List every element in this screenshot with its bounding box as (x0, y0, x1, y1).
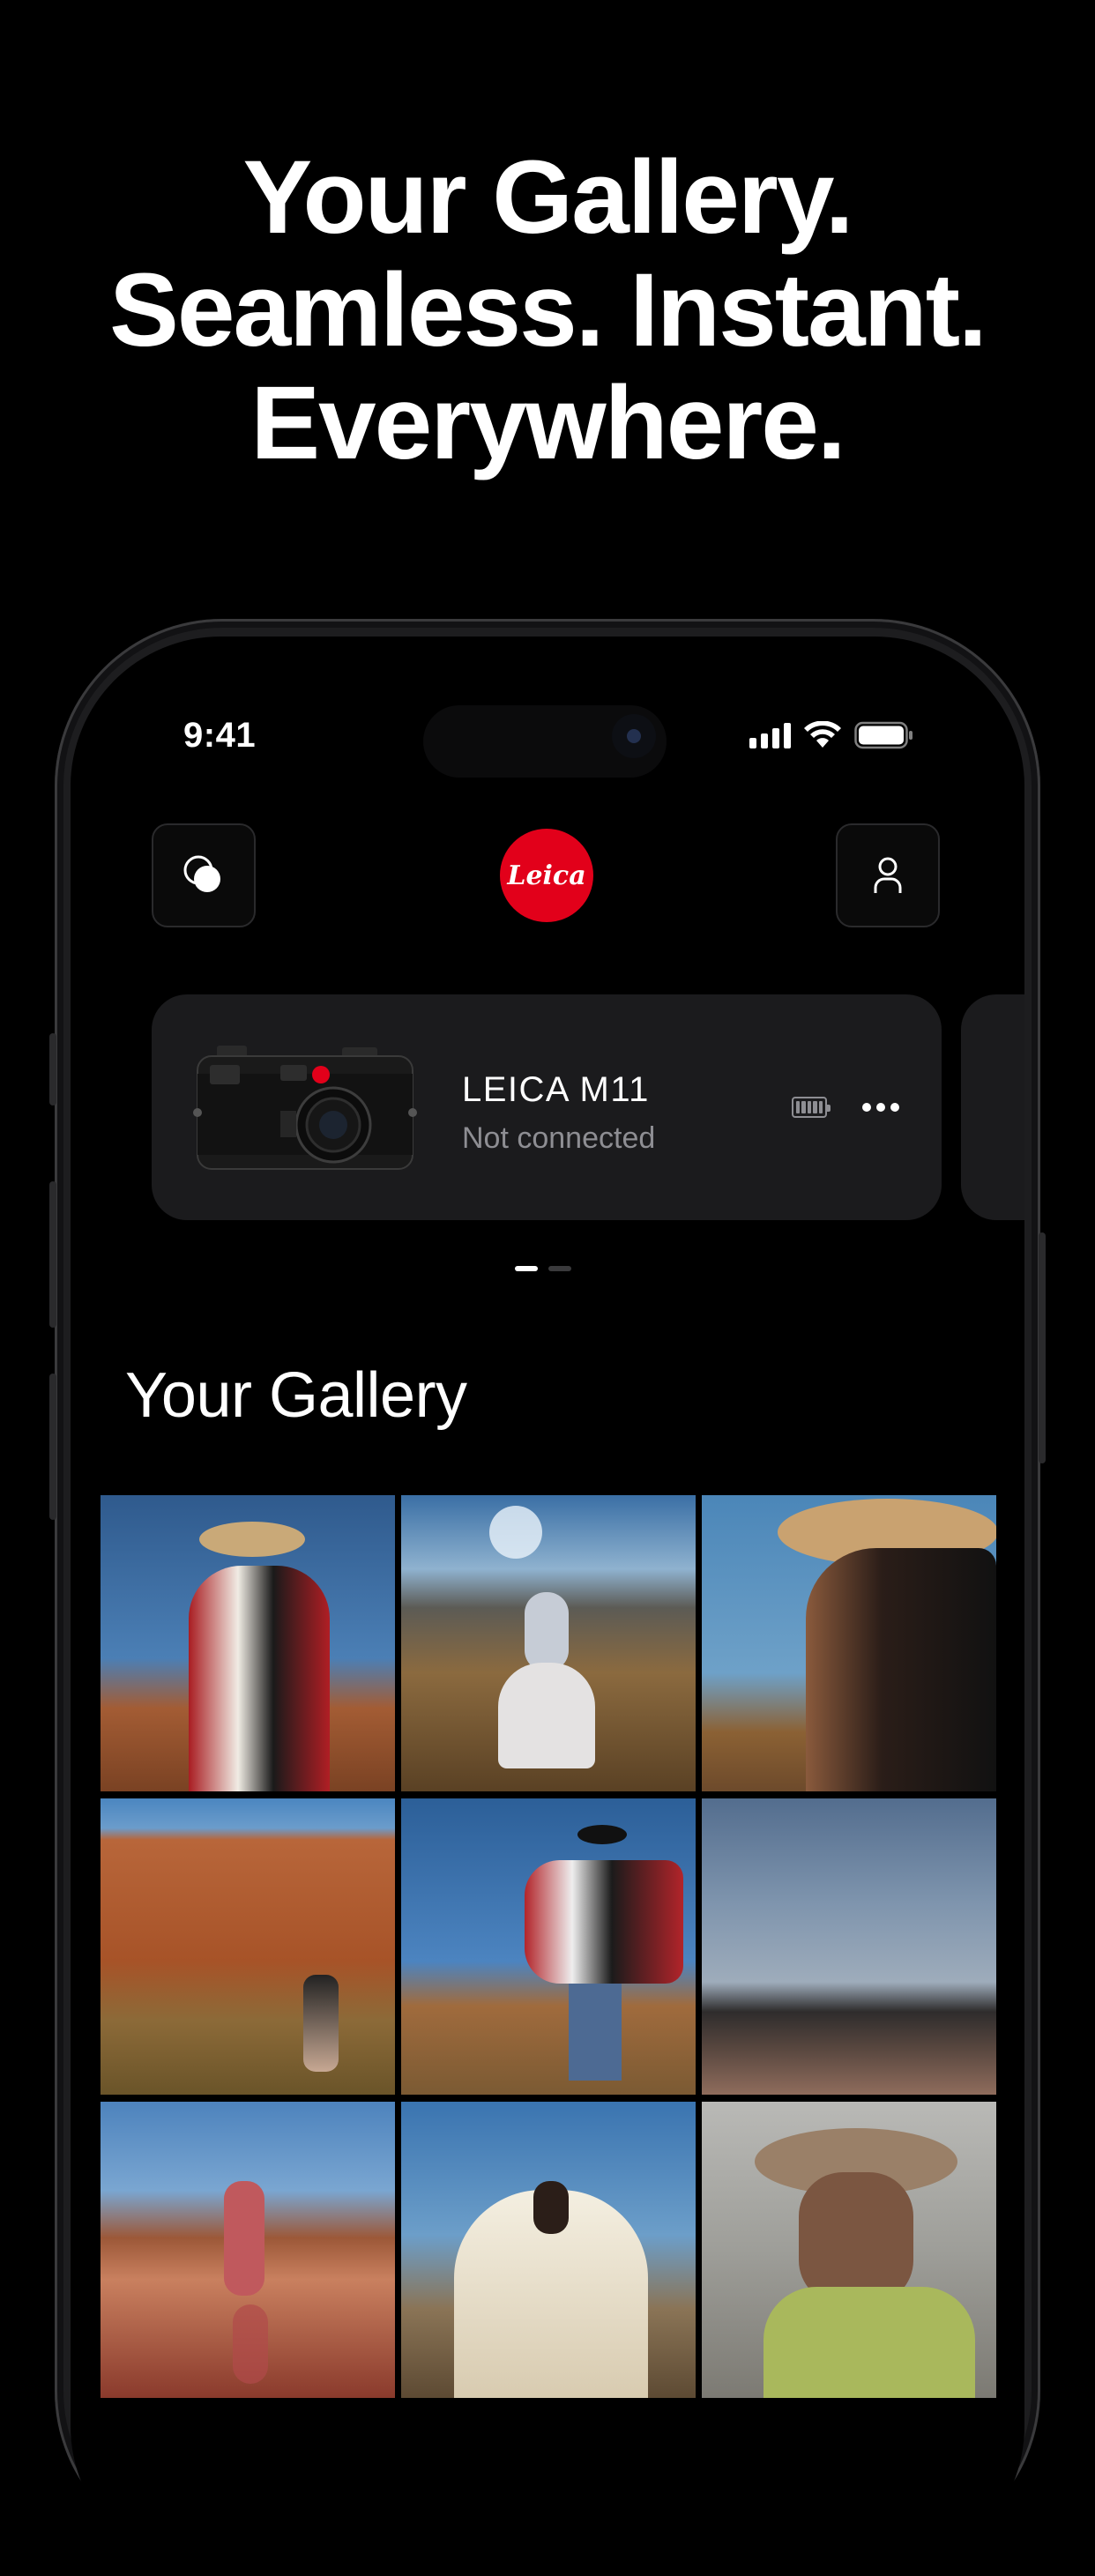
cellular-signal-icon (749, 722, 791, 748)
headline-line-1: Your Gallery. (242, 139, 854, 256)
gallery-photo[interactable] (401, 1495, 696, 1791)
switch-view-button[interactable] (152, 823, 256, 927)
camera-name: LEICA M11 (462, 1070, 650, 1109)
wifi-icon (804, 721, 841, 748)
volume-down-button (49, 1374, 56, 1520)
promo-headline: Your Gallery. Seamless. Instant. Everywh… (0, 141, 1095, 480)
leica-logo: Leica (500, 829, 593, 922)
gallery-photo[interactable] (101, 1495, 395, 1791)
side-button (1039, 1232, 1046, 1463)
next-camera-card[interactable] (961, 994, 1024, 1220)
front-camera (612, 714, 656, 758)
camera-image (193, 1046, 417, 1170)
camera-card[interactable]: LEICA M11 Not connected (152, 994, 942, 1220)
pager-dot-1[interactable] (515, 1266, 538, 1271)
headline-line-2: Seamless. Instant. (109, 252, 987, 369)
gallery-photo[interactable] (702, 1798, 996, 2095)
phone-screen: 9:41 Leica LEICA M11 Not connected Your … (71, 637, 1024, 2576)
camera-status: Not connected (462, 1121, 656, 1155)
battery-icon (854, 721, 912, 749)
gallery-grid (101, 1495, 996, 2398)
camera-battery-icon (792, 1097, 831, 1118)
status-icons (749, 718, 914, 753)
circles-icon (183, 855, 220, 892)
gallery-photo[interactable] (101, 1798, 395, 2095)
gallery-photo[interactable] (702, 1495, 996, 1791)
action-button (49, 1033, 56, 1106)
gallery-photo[interactable] (101, 2102, 395, 2398)
more-options-button[interactable] (862, 1095, 901, 1120)
gallery-photo[interactable] (401, 2102, 696, 2398)
person-icon (874, 857, 902, 893)
status-time: 9:41 (183, 716, 257, 755)
carousel-pager (515, 1266, 571, 1271)
gallery-photo[interactable] (401, 1798, 696, 2095)
pager-dot-2[interactable] (548, 1266, 571, 1271)
logo-text: Leica (507, 860, 586, 891)
profile-button[interactable] (836, 823, 940, 927)
gallery-photo[interactable] (702, 2102, 996, 2398)
volume-up-button (49, 1181, 56, 1328)
more-icon (862, 1103, 871, 1112)
headline-line-3: Everywhere. (250, 365, 845, 481)
gallery-title: Your Gallery (125, 1360, 467, 1431)
